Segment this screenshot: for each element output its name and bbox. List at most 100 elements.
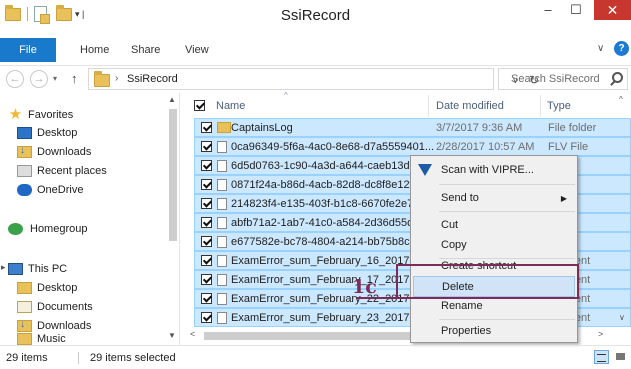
homegroup-icon — [8, 223, 23, 235]
desktop-icon — [17, 127, 32, 139]
maximize-button[interactable]: ☐ — [563, 0, 589, 20]
menu-item-rename[interactable]: Rename — [413, 296, 575, 317]
row-checkbox[interactable] — [201, 312, 212, 323]
row-checkbox[interactable] — [201, 122, 212, 133]
status-bar: 29 items 29 items selected — [0, 345, 631, 369]
file-list-vscrollbar[interactable]: ^ ∨ — [615, 93, 631, 328]
file-name: e677582e-bc78-4804-a214-bb75b8c5 — [231, 236, 416, 248]
onedrive-icon — [17, 184, 32, 196]
submenu-arrow-icon: ▶ — [560, 194, 567, 203]
file-icon — [217, 198, 227, 210]
details-view-icon[interactable] — [594, 350, 609, 364]
ribbon-tabs: File Home Share View ∨ ? — [0, 38, 631, 62]
nav-item-onedrive[interactable]: OneDrive — [17, 181, 83, 199]
menu-item-cut[interactable]: Cut — [413, 215, 575, 236]
row-checkbox[interactable] — [201, 160, 212, 171]
scroll-down-icon[interactable]: ▼ — [168, 331, 176, 340]
nav-homegroup[interactable]: Homegroup — [8, 220, 87, 238]
tab-share[interactable]: Share — [131, 44, 160, 56]
search-placeholder: Search SsiRecord — [511, 73, 600, 85]
selection-count: 29 items selected — [90, 352, 176, 364]
tab-file[interactable]: File — [0, 38, 56, 62]
scroll-up-icon[interactable]: ^ — [619, 95, 623, 104]
file-row[interactable]: CaptainsLog 3/7/2017 9:36 AM File folder — [194, 118, 631, 137]
menu-divider — [439, 184, 575, 185]
file-icon — [217, 293, 227, 305]
select-all-checkbox[interactable] — [194, 100, 205, 111]
back-button[interactable]: ← — [6, 70, 24, 88]
address-row: ← → ▾ ↑ › SsiRecord ∨ ↻ Search SsiRecord — [0, 65, 631, 92]
collapse-arrow-icon[interactable]: ▸ — [1, 262, 6, 273]
scroll-down-icon[interactable]: ∨ — [619, 313, 625, 322]
scroll-up-icon[interactable]: ▲ — [168, 95, 176, 104]
large-icons-view-icon[interactable] — [614, 350, 628, 364]
menu-item-properties[interactable]: Properties — [413, 321, 575, 342]
nav-item-desktop-pc[interactable]: Desktop — [17, 279, 77, 297]
nav-item-desktop[interactable]: Desktop — [17, 124, 77, 142]
column-divider[interactable] — [540, 95, 541, 117]
nav-item-recent-places[interactable]: Recent places — [17, 162, 107, 180]
scroll-right-icon[interactable]: > — [598, 329, 603, 339]
column-divider[interactable] — [428, 95, 429, 117]
nav-item-music[interactable]: Music — [17, 333, 66, 345]
breadcrumb-chevron-icon[interactable]: › — [115, 73, 118, 84]
column-name[interactable]: Name — [216, 100, 245, 112]
item-count: 29 items — [6, 352, 48, 364]
downloads-icon — [17, 145, 32, 158]
menu-item-send-to[interactable]: Send to ▶ — [413, 188, 575, 209]
forward-button[interactable]: → — [30, 70, 48, 88]
context-menu: Scan with VIPRE... Send to ▶ Cut Copy Cr… — [410, 155, 578, 343]
scroll-left-icon[interactable]: < — [190, 329, 195, 339]
nav-this-pc[interactable]: This PC — [8, 260, 67, 278]
tab-home[interactable]: Home — [80, 44, 109, 56]
file-name: 0ca96349-5f6a-4ac0-8e68-d7a5559401... — [231, 141, 435, 153]
recent-locations-icon[interactable]: ▾ — [53, 74, 57, 83]
row-checkbox[interactable] — [201, 179, 212, 190]
nav-favorites[interactable]: ★ Favorites — [8, 106, 73, 124]
column-type[interactable]: Type — [547, 100, 571, 112]
address-bar[interactable]: › SsiRecord ∨ ↻ — [88, 68, 539, 90]
menu-item-scan-vipre[interactable]: Scan with VIPRE... — [413, 160, 575, 181]
row-checkbox[interactable] — [201, 293, 212, 304]
row-checkbox[interactable] — [201, 198, 212, 209]
file-icon — [217, 312, 227, 324]
file-icon — [217, 179, 227, 191]
search-icon[interactable] — [612, 72, 623, 83]
menu-item-copy[interactable]: Copy — [413, 235, 575, 256]
column-date-modified[interactable]: Date modified — [436, 100, 504, 112]
up-button[interactable]: ↑ — [71, 71, 78, 86]
row-checkbox[interactable] — [201, 236, 212, 247]
close-button[interactable]: ✕ — [594, 0, 631, 20]
expand-ribbon-icon[interactable]: ∨ — [597, 43, 604, 54]
file-icon — [217, 274, 227, 286]
file-icon — [217, 255, 227, 267]
help-icon[interactable]: ? — [614, 41, 629, 56]
file-name: 6d5d0763-1c90-4a3d-a644-caeb13d8 — [231, 160, 416, 172]
file-name: 0871f24a-b86d-4acb-82d8-dc8f8e12f — [231, 179, 413, 191]
menu-label: Copy — [441, 239, 467, 251]
file-icon — [217, 217, 227, 229]
step-label: 1c — [352, 276, 377, 298]
nav-label: Downloads — [37, 320, 92, 332]
nav-scrollbar[interactable]: ▲ ▼ — [165, 93, 180, 345]
scroll-thumb[interactable] — [169, 109, 177, 241]
nav-label: Desktop — [37, 127, 78, 139]
column-header: Name ^ Date modified Type — [185, 91, 631, 118]
star-icon: ★ — [8, 106, 23, 123]
minimize-button[interactable]: – — [535, 0, 561, 20]
nav-label: Homegroup — [30, 223, 88, 235]
nav-label: Favorites — [28, 109, 74, 121]
search-input[interactable]: Search SsiRecord — [498, 68, 628, 90]
file-row[interactable]: 0ca96349-5f6a-4ac0-8e68-d7a5559401... 2/2… — [194, 137, 631, 156]
row-checkbox[interactable] — [201, 255, 212, 266]
desktop-folder-icon — [17, 282, 32, 294]
tab-view[interactable]: View — [185, 44, 209, 56]
nav-item-downloads[interactable]: Downloads — [17, 143, 91, 161]
documents-icon — [17, 301, 32, 313]
file-name: 214823f4-e135-403f-b1c8-6670fe2e76 — [231, 198, 420, 210]
breadcrumb[interactable]: SsiRecord — [127, 73, 178, 85]
row-checkbox[interactable] — [201, 217, 212, 228]
row-checkbox[interactable] — [201, 274, 212, 285]
nav-item-documents[interactable]: Documents — [17, 298, 93, 316]
row-checkbox[interactable] — [201, 141, 212, 152]
